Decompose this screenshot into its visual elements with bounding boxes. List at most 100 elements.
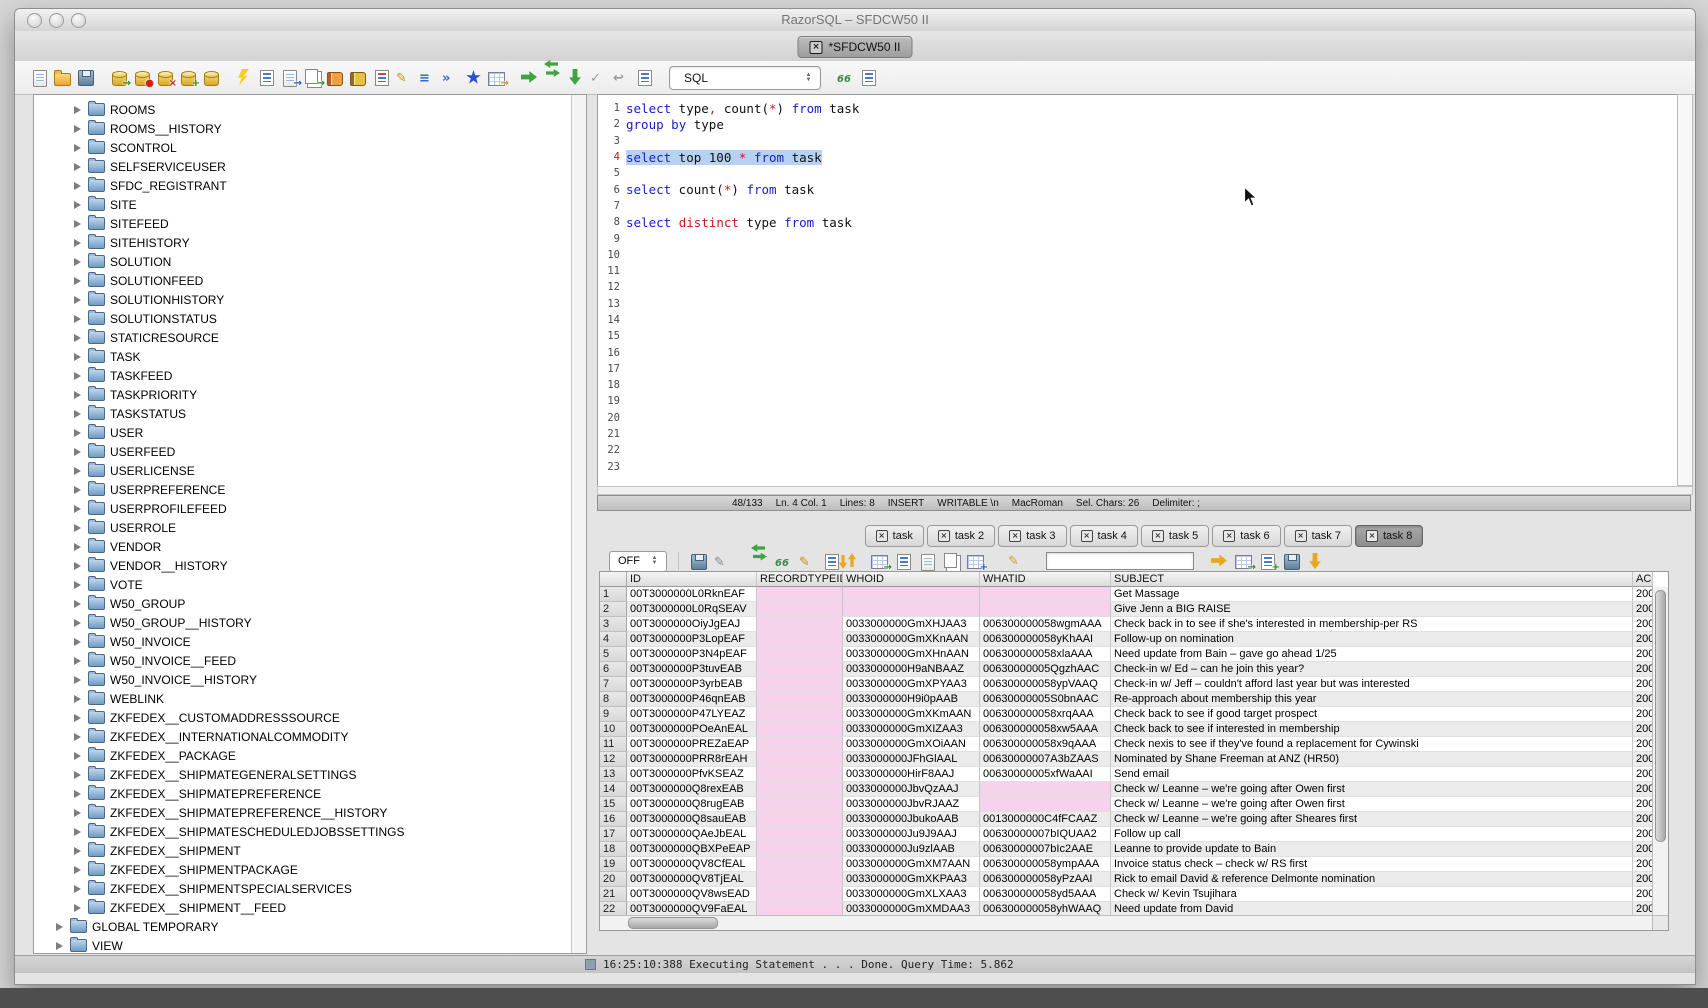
- cell-ac[interactable]: 200: [1633, 797, 1653, 812]
- cell-ac[interactable]: 200: [1633, 662, 1653, 677]
- editor-vertical-scrollbar[interactable]: [1677, 94, 1693, 486]
- disclosure-triangle-icon[interactable]: [74, 106, 81, 114]
- disclosure-triangle-icon[interactable]: [74, 581, 81, 589]
- cell-subject[interactable]: Leanne to provide update to Bain: [1111, 842, 1633, 857]
- editor-line-5[interactable]: 5: [598, 165, 1678, 181]
- new-file-icon[interactable]: [31, 69, 48, 86]
- db-delete-icon[interactable]: ×: [156, 69, 173, 86]
- cell-subject[interactable]: Check back in to see if she's interested…: [1111, 617, 1633, 632]
- tree-item-userrole[interactable]: USERROLE: [34, 518, 586, 537]
- table-row[interactable]: 1000T3000000POeAnEAL0033000000GmXIZAA300…: [600, 722, 1653, 737]
- cell-id[interactable]: 00T3000000OiyJgEAJ: [627, 617, 757, 632]
- tree-item-zkfedex__shipmatepreference__history[interactable]: ZKFEDEX__SHIPMATEPREFERENCE__HISTORY: [34, 803, 586, 822]
- cell-subject[interactable]: Follow up call: [1111, 827, 1633, 842]
- editor-line-19[interactable]: 19: [598, 393, 1678, 409]
- cell-whoid[interactable]: 0033000000GmXKPAA3: [843, 872, 980, 887]
- cell-subject[interactable]: Need update from Bain – gave go ahead 1/…: [1111, 647, 1633, 662]
- cell-ac[interactable]: 200: [1633, 617, 1653, 632]
- cell-recordtypeid[interactable]: [757, 752, 843, 767]
- cell-whatid[interactable]: 006300000058xrqAAA: [980, 707, 1111, 722]
- execute-lightning-icon[interactable]: [235, 69, 252, 86]
- glasses-icon[interactable]: 66: [837, 69, 854, 86]
- document-tab-close-icon[interactable]: ×: [809, 41, 822, 54]
- db-disconnect-icon[interactable]: ●: [133, 69, 150, 86]
- cell-id[interactable]: 00T3000000QBXPeEAP: [627, 842, 757, 857]
- cell-whatid[interactable]: 006300000058xlaAAA: [980, 647, 1111, 662]
- cell-ac[interactable]: 200: [1633, 587, 1653, 602]
- tree-item-sitehistory[interactable]: SITEHISTORY: [34, 233, 586, 252]
- tree-item-task[interactable]: TASK: [34, 347, 586, 366]
- refresh-swap-icon[interactable]: [751, 553, 768, 570]
- cell-subject[interactable]: Invoice status check – check w/ RS first: [1111, 857, 1633, 872]
- disclosure-triangle-icon[interactable]: [74, 505, 81, 513]
- cell-subject[interactable]: Check w/ Leanne – we're going after Shea…: [1111, 812, 1633, 827]
- tree-item-selfserviceuser[interactable]: SELFSERVICEUSER: [34, 157, 586, 176]
- db-connect-icon[interactable]: →: [110, 69, 127, 86]
- editor-line-22[interactable]: 22: [598, 442, 1678, 458]
- cell-id[interactable]: 00T3000000QV8wsEAD: [627, 887, 757, 902]
- cell-subject[interactable]: Check nexis to see if they've found a re…: [1111, 737, 1633, 752]
- cell-whatid[interactable]: 006300000058yd5AAA: [980, 887, 1111, 902]
- cell-recordtypeid[interactable]: [757, 647, 843, 662]
- tree-item-zkfedex__package[interactable]: ZKFEDEX__PACKAGE: [34, 746, 586, 765]
- cell-ac[interactable]: 200: [1633, 722, 1653, 737]
- tab-close-icon[interactable]: ×: [1223, 530, 1235, 542]
- filter-pencil-icon[interactable]: ✎: [714, 553, 731, 570]
- tab-close-icon[interactable]: ×: [1009, 530, 1021, 542]
- cell-whatid[interactable]: 006300000058yPzAAI: [980, 872, 1111, 887]
- disclosure-triangle-icon[interactable]: [74, 657, 81, 665]
- disclosure-triangle-icon[interactable]: [74, 448, 81, 456]
- cell-id[interactable]: 00T3000000P47LYEAZ: [627, 707, 757, 722]
- cell-subject[interactable]: Check back to see if interested in membe…: [1111, 722, 1633, 737]
- cell-recordtypeid[interactable]: [757, 797, 843, 812]
- cell-id[interactable]: 00T3000000QV9FaEAL: [627, 902, 757, 916]
- indent-lines-icon[interactable]: »: [442, 69, 459, 86]
- document-tab[interactable]: × *SFDCW50 II: [797, 36, 912, 58]
- results-vertical-scrollbar[interactable]: [1652, 587, 1668, 916]
- cell-ac[interactable]: 200: [1633, 692, 1653, 707]
- editor-line-12[interactable]: 12: [598, 279, 1678, 295]
- list-red-blue-icon[interactable]: [373, 69, 390, 86]
- cell-whoid[interactable]: 0033000000GmXM7AAN: [843, 857, 980, 872]
- result-tab-task-6[interactable]: ×task 6: [1212, 525, 1280, 547]
- tree-item-vendor[interactable]: VENDOR: [34, 537, 586, 556]
- result-tab-task-2[interactable]: ×task 2: [927, 525, 995, 547]
- cell-id[interactable]: 00T3000000QV8CfEAL: [627, 857, 757, 872]
- export-page-icon[interactable]: →: [281, 69, 298, 86]
- open-file-icon[interactable]: [54, 69, 71, 86]
- cell-ac[interactable]: 200: [1633, 602, 1653, 617]
- cell-whoid[interactable]: 0033000000GmXKmAAN: [843, 707, 980, 722]
- disclosure-triangle-icon[interactable]: [74, 486, 81, 494]
- editor-line-3[interactable]: 3: [598, 133, 1678, 149]
- result-tab-task-4[interactable]: ×task 4: [1070, 525, 1138, 547]
- tree-item-w50_invoice[interactable]: W50_INVOICE: [34, 632, 586, 651]
- cell-recordtypeid[interactable]: [757, 662, 843, 677]
- tree-item-user[interactable]: USER: [34, 423, 586, 442]
- cell-whoid[interactable]: 0033000000HirF8AAJ: [843, 767, 980, 782]
- cell-subject[interactable]: Send email: [1111, 767, 1633, 782]
- sort-arrows-icon[interactable]: [847, 553, 864, 570]
- refresh-pages-icon[interactable]: →: [304, 69, 321, 86]
- window-titlebar[interactable]: RazorSQL – SFDCW50 II: [15, 9, 1695, 32]
- cell-whoid[interactable]: 0033000000JbukoAAB: [843, 812, 980, 827]
- cell-recordtypeid[interactable]: [757, 587, 843, 602]
- column-header-whoid[interactable]: WHOID: [843, 572, 980, 587]
- cell-recordtypeid[interactable]: [757, 722, 843, 737]
- table-refresh-icon[interactable]: →: [871, 553, 888, 570]
- highlighter-pen-icon[interactable]: ✎: [1008, 552, 1025, 569]
- result-tab-task[interactable]: ×task: [865, 525, 924, 547]
- cell-whatid[interactable]: 006300000058yhWAAQ: [980, 902, 1111, 916]
- edit-pencil-icon[interactable]: ✎: [396, 69, 413, 86]
- table-row[interactable]: 300T3000000OiyJgEAJ0033000000GmXHJAA3006…: [600, 617, 1653, 632]
- disclosure-triangle-icon[interactable]: [74, 714, 81, 722]
- tree-item-zkfedex__shipmategeneralsettings[interactable]: ZKFEDEX__SHIPMATEGENERALSETTINGS: [34, 765, 586, 784]
- tab-close-icon[interactable]: ×: [1152, 530, 1164, 542]
- tree-item-userlicense[interactable]: USERLICENSE: [34, 461, 586, 480]
- cell-recordtypeid[interactable]: [757, 692, 843, 707]
- editor-line-11[interactable]: 11: [598, 263, 1678, 279]
- results-search-input[interactable]: [1046, 552, 1194, 570]
- cell-recordtypeid[interactable]: [757, 632, 843, 647]
- row-limit-select[interactable]: OFF ▲▼: [609, 551, 667, 572]
- arrow-down-yellow-icon[interactable]: [1307, 553, 1324, 570]
- editor-line-10[interactable]: 10: [598, 247, 1678, 263]
